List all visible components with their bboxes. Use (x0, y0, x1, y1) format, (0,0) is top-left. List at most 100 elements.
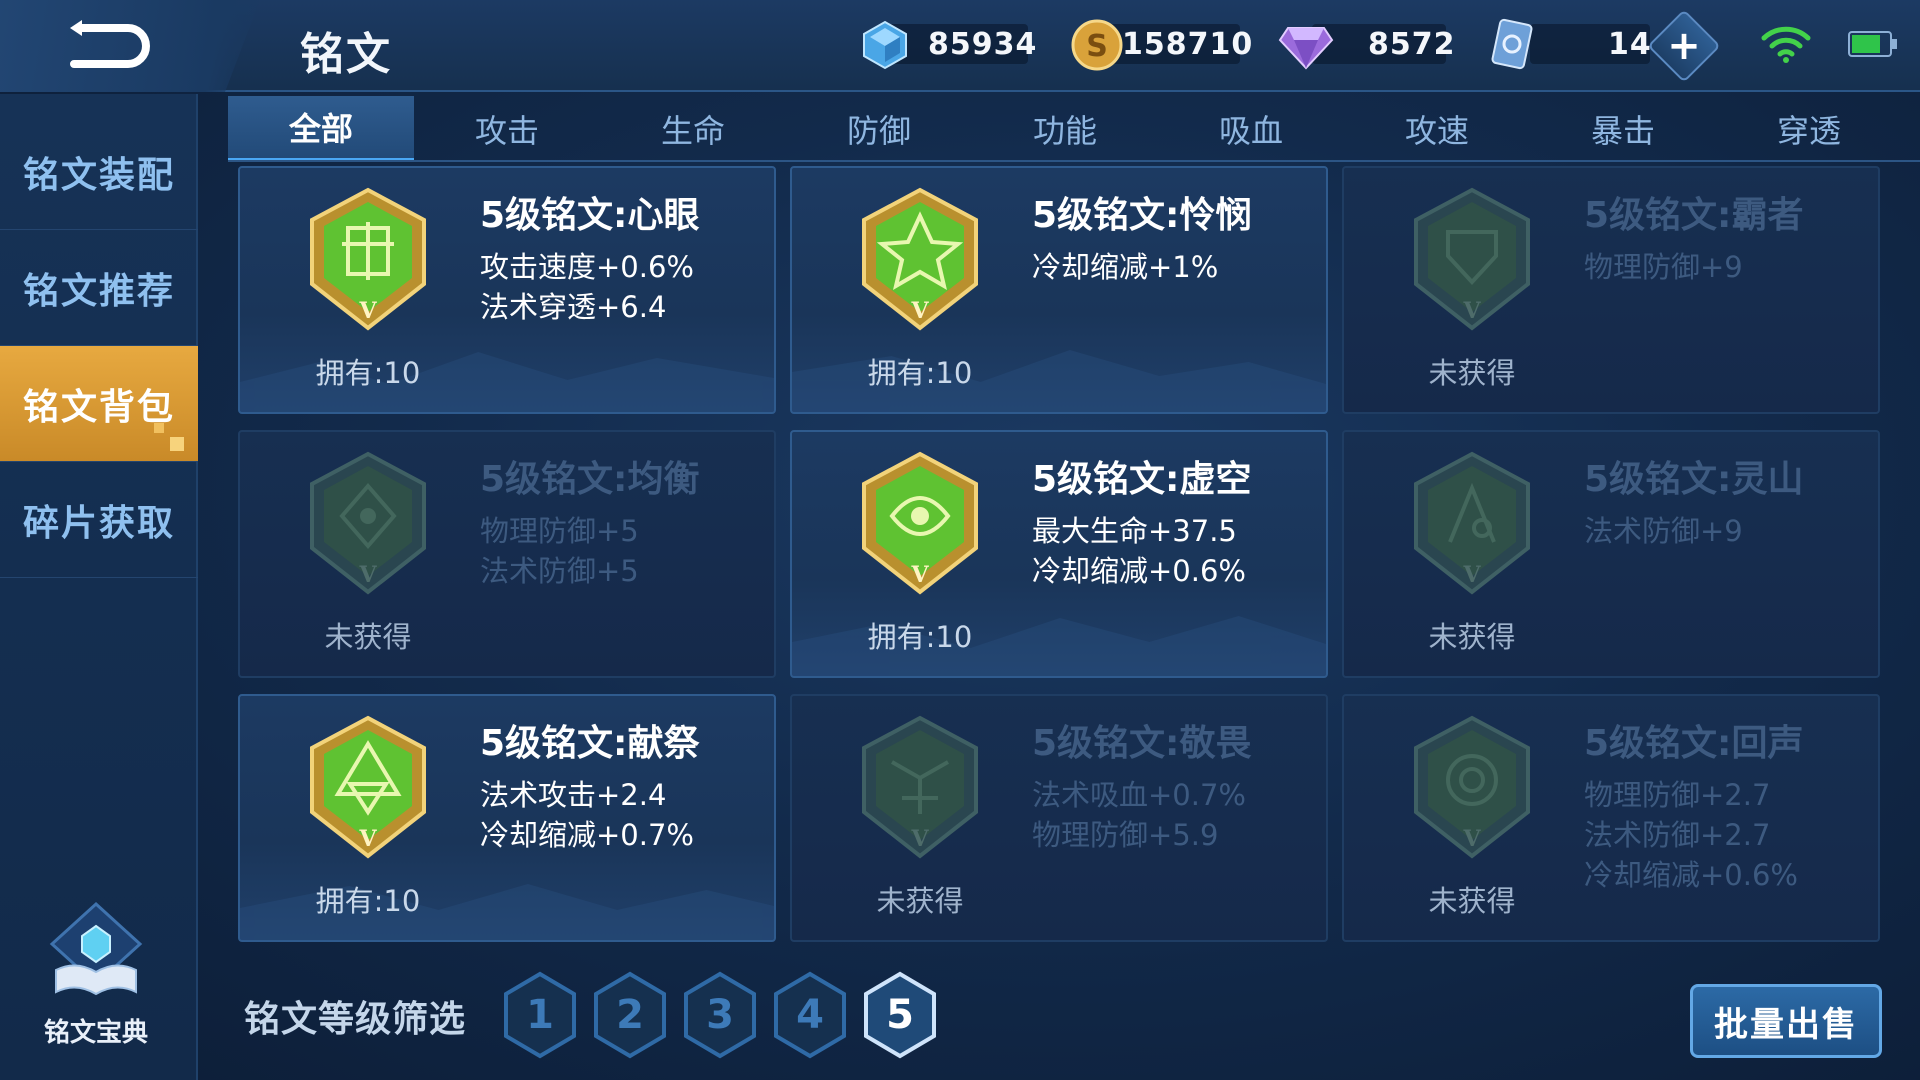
sidebar-item-equip[interactable]: 铭文装配 (0, 114, 198, 230)
svg-text:V: V (1462, 562, 1481, 588)
inscription-gem-icon: V (1414, 715, 1530, 859)
level-filter-1[interactable]: 1 (500, 970, 580, 1060)
inscription-stat: 攻击速度+0.6% (480, 250, 694, 284)
ticket-count: 14 (1608, 26, 1652, 62)
sidebar-item-fragments[interactable]: 碎片获取 (0, 462, 198, 578)
level-filter-label: 铭文等级筛选 (244, 999, 467, 1040)
sidebar-item-recommend[interactable]: 铭文推荐 (0, 230, 198, 346)
inscription-card[interactable]: V 5级铭文:献祭 法术攻击+2.4 冷却缩减+0.7% 拥有:10 (238, 694, 776, 942)
tabs-divider (228, 160, 1920, 162)
owned-count: 拥有:10 (315, 356, 421, 390)
level-filter-5[interactable]: 5 (860, 970, 940, 1060)
inscription-gem-icon: V (862, 715, 978, 859)
level-number: 5 (886, 992, 914, 1038)
inscription-stat: 法术防御+2.7 (1584, 818, 1771, 852)
tab-all[interactable]: 全部 (228, 96, 414, 162)
owned-count: 拥有:10 (867, 356, 973, 390)
inscription-ticket-icon (1491, 18, 1533, 70)
codex-book-icon (49, 901, 143, 996)
inscription-stat: 物理防御+2.7 (1584, 778, 1771, 812)
level-filter-4[interactable]: 4 (770, 970, 850, 1060)
level-filter-2[interactable]: 2 (590, 970, 670, 1060)
svg-text:V: V (910, 826, 929, 852)
inscription-stat: 冷却缩减+1% (1032, 250, 1219, 284)
inscription-name: 5级铭文:回声 (1584, 723, 1804, 764)
svg-text:V: V (1462, 826, 1481, 852)
inscription-name: 5级铭文:霸者 (1584, 195, 1804, 236)
page-title: 铭文 (300, 29, 392, 80)
tab-utility[interactable]: 功能 (972, 96, 1158, 162)
inscription-stat: 物理防御+5.9 (1032, 818, 1219, 852)
inscription-stat: 最大生命+37.5 (1032, 514, 1237, 548)
svg-text:V: V (358, 298, 377, 324)
inscription-card[interactable]: V 5级铭文:敬畏 法术吸血+0.7% 物理防御+5.9 未获得 (790, 694, 1328, 942)
svg-text:V: V (910, 298, 929, 324)
svg-text:V: V (910, 562, 929, 588)
inscription-gem-icon: V (310, 187, 426, 331)
inscription-stat: 物理防御+5 (480, 514, 639, 548)
inscription-name: 5级铭文:心眼 (480, 195, 700, 236)
inscription-card[interactable]: V 5级铭文:灵山 法术防御+9 未获得 (1342, 430, 1880, 678)
inscription-gem-icon: V (862, 187, 978, 331)
inscription-card[interactable]: V 5级铭文:霸者 物理防御+9 未获得 (1342, 166, 1880, 414)
purple-gem-icon (1278, 27, 1334, 70)
level-number: 1 (526, 992, 554, 1038)
inscription-name: 5级铭文:怜悯 (1032, 195, 1252, 236)
level-number: 2 (616, 992, 644, 1038)
tab-lifesteal[interactable]: 吸血 (1158, 96, 1344, 162)
inscription-gem-icon: V (1414, 187, 1530, 331)
inscription-card[interactable]: V 5级铭文:均衡 物理防御+5 法术防御+5 未获得 (238, 430, 776, 678)
level-number: 3 (706, 992, 734, 1038)
tab-health[interactable]: 生命 (600, 96, 786, 162)
inscription-card[interactable]: V 5级铭文:怜悯 冷却缩减+1% 拥有:10 (790, 166, 1328, 414)
svg-text:V: V (358, 562, 377, 588)
svg-text:V: V (1462, 298, 1481, 324)
inscription-card[interactable]: V 5级铭文:心眼 攻击速度+0.6% 法术穿透+6.4 拥有:10 (238, 166, 776, 414)
inscription-card[interactable]: V 5级铭文:回声 物理防御+2.7 法术防御+2.7 冷却缩减+0.6% 未获… (1342, 694, 1880, 942)
owned-count: 拥有:10 (315, 884, 421, 918)
sidebar: 铭文装配 铭文推荐 铭文背包 碎片获取 铭文宝典 (0, 94, 198, 1080)
plus-icon: + (1667, 23, 1701, 69)
owned-count: 未获得 (1428, 620, 1516, 654)
inscription-gem-icon: V (310, 715, 426, 859)
svg-text:V: V (358, 826, 377, 852)
level-filter-3[interactable]: 3 (680, 970, 760, 1060)
inscription-name: 5级铭文:均衡 (480, 459, 700, 500)
inscription-gem-icon: V (862, 451, 978, 595)
tab-crit[interactable]: 暴击 (1530, 96, 1716, 162)
top-bar: 铭文 85934 S 158710 8572 14 + (0, 0, 1920, 92)
codex-button[interactable]: 铭文宝典 (36, 900, 156, 1050)
add-resource-button[interactable]: + (1647, 9, 1721, 83)
back-arrow-icon[interactable] (62, 14, 158, 78)
gem-count: 8572 (1368, 26, 1456, 62)
tab-defense[interactable]: 防御 (786, 96, 972, 162)
tab-penetration[interactable]: 穿透 (1716, 96, 1902, 162)
level-number: 4 (796, 992, 824, 1038)
inscription-stat: 冷却缩减+0.7% (480, 818, 694, 852)
wifi-icon (1761, 26, 1811, 63)
batch-sell-button[interactable]: 批量出售 (1690, 984, 1882, 1058)
inscription-name: 5级铭文:献祭 (480, 723, 700, 764)
inscription-stat: 法术穿透+6.4 (480, 290, 667, 324)
gold-coin-icon: S (1071, 19, 1123, 71)
gold-count: 158710 (1122, 26, 1254, 62)
svg-text:S: S (1086, 29, 1108, 64)
inscription-gem-icon: V (1414, 451, 1530, 595)
inscription-name: 5级铭文:虚空 (1032, 459, 1252, 500)
tab-attack-speed[interactable]: 攻速 (1344, 96, 1530, 162)
inscription-stat: 法术攻击+2.4 (480, 778, 667, 812)
category-tabs: 全部 攻击 生命 防御 功能 吸血 攻速 暴击 穿透 (228, 96, 1920, 162)
inscription-stat: 冷却缩减+0.6% (1032, 554, 1246, 588)
crystal-count: 85934 (928, 26, 1038, 62)
inscription-stat: 法术防御+9 (1584, 514, 1743, 548)
tab-attack[interactable]: 攻击 (414, 96, 600, 162)
sidebar-item-backpack[interactable]: 铭文背包 (0, 346, 198, 462)
owned-count: 未获得 (1428, 356, 1516, 390)
inscription-name: 5级铭文:敬畏 (1032, 723, 1252, 764)
inscription-gem-icon: V (310, 451, 426, 595)
codex-label: 铭文宝典 (43, 1018, 148, 1048)
inscription-card[interactable]: V 5级铭文:虚空 最大生命+37.5 冷却缩减+0.6% 拥有:10 (790, 430, 1328, 678)
owned-count: 未获得 (876, 884, 964, 918)
crystal-icon (863, 20, 907, 70)
inscription-stat: 物理防御+9 (1584, 250, 1743, 284)
